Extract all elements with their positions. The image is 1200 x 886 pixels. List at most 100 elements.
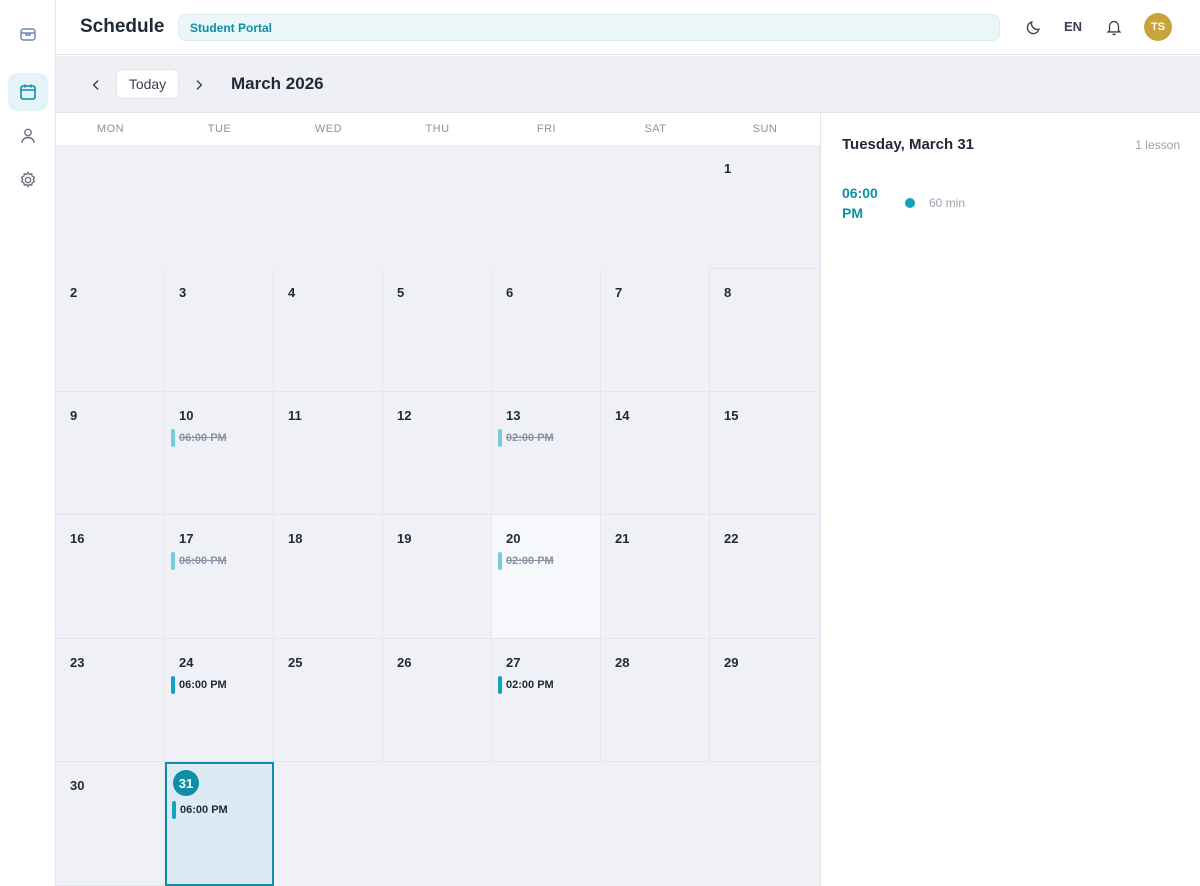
day-cell[interactable]: 7	[601, 269, 710, 392]
sidebar-item-profile[interactable]	[8, 117, 48, 155]
day-number: 5	[397, 285, 405, 300]
lesson-count: 1 lesson	[1135, 138, 1180, 152]
day-detail-panel: Tuesday, March 31 1 lesson 06:00 PM 60 m…	[820, 113, 1200, 886]
day-cell[interactable]: 14	[601, 392, 710, 515]
day-cell[interactable]: 10 06:00 PM	[165, 392, 274, 515]
weekday-label: WED	[314, 123, 343, 135]
day-number: 16	[70, 531, 85, 546]
day-number: 24	[179, 655, 194, 670]
day-number: 19	[397, 531, 412, 546]
day-cell[interactable]: 25	[274, 639, 383, 762]
month-calendar: MON TUE WED THU FRI SAT SUN 1 2 3 4 5 6 7 8 9 10 06:00 P…	[56, 113, 820, 886]
lesson-event[interactable]: 02:00 PM	[498, 429, 554, 447]
day-cell-selected[interactable]: 31 06:00 PM	[165, 762, 274, 886]
bell-icon	[1106, 20, 1122, 36]
next-month-button[interactable]	[187, 73, 211, 97]
day-number: 6	[506, 285, 514, 300]
day-number: 21	[615, 531, 630, 546]
day-cell[interactable]: 1	[710, 145, 820, 269]
day-cell[interactable]: 13 02:00 PM	[492, 392, 601, 515]
day-number: 18	[288, 531, 303, 546]
day-cell[interactable]: 17 06:00 PM	[165, 515, 274, 639]
weekday-label: FRI	[536, 123, 557, 135]
day-cell[interactable]: 28	[601, 639, 710, 762]
lesson-duration: 60 min	[929, 196, 966, 210]
weekday-label: THU	[425, 123, 450, 135]
day-number: 11	[288, 408, 302, 423]
day-cell[interactable]: 23	[56, 639, 165, 762]
day-cell[interactable]: 27 02:00 PM	[492, 639, 601, 762]
day-cell[interactable]: 9	[56, 392, 165, 515]
day-number: 9	[70, 408, 78, 423]
language-selector[interactable]: EN	[1064, 19, 1082, 34]
lesson-event[interactable]: 02:00 PM	[498, 552, 554, 570]
day-number: 10	[179, 408, 194, 423]
sidebar	[0, 0, 56, 886]
weekday-label: SUN	[752, 123, 778, 135]
lesson-event[interactable]: 06:00 PM	[171, 552, 227, 570]
day-cell[interactable]: 20 02:00 PM	[492, 515, 601, 639]
lesson-status-dot	[905, 198, 915, 208]
gear-icon	[20, 171, 36, 188]
day-number: 20	[506, 531, 521, 546]
lesson-event[interactable]: 06:00 PM	[171, 676, 227, 694]
day-cell[interactable]: 3	[165, 269, 274, 392]
calendar-toolbar: Today March 2026	[56, 56, 1200, 113]
empty-day-cell	[383, 762, 492, 886]
day-number: 2	[70, 285, 78, 300]
avatar[interactable]: TS	[1144, 13, 1172, 41]
day-cell[interactable]: 16	[56, 515, 165, 639]
user-icon	[21, 128, 35, 144]
day-number: 13	[506, 408, 521, 423]
day-cell[interactable]: 22	[710, 515, 820, 639]
day-cell[interactable]: 12	[383, 392, 492, 515]
day-number: 28	[615, 655, 630, 670]
previous-month-button[interactable]	[84, 73, 108, 97]
day-cell[interactable]: 21	[601, 515, 710, 639]
day-number: 4	[288, 285, 296, 300]
notifications-button[interactable]	[1102, 15, 1126, 39]
day-cell[interactable]: 8	[710, 269, 820, 392]
day-cell[interactable]: 2	[56, 269, 165, 392]
day-number: 15	[724, 408, 739, 423]
sidebar-item-schedule[interactable]	[8, 73, 48, 111]
sidebar-item-settings[interactable]	[8, 161, 48, 199]
day-number: 30	[70, 778, 85, 793]
day-number: 22	[724, 531, 739, 546]
theme-toggle-button[interactable]	[1022, 15, 1046, 39]
empty-day-cell	[492, 145, 601, 269]
weekday-label: MON	[96, 123, 125, 135]
lesson-event[interactable]: 06:00 PM	[171, 429, 227, 447]
day-cell[interactable]: 6	[492, 269, 601, 392]
calendar-icon	[20, 84, 36, 100]
day-number: 7	[615, 285, 623, 300]
day-number: 1	[724, 161, 732, 176]
day-number: 27	[506, 655, 521, 670]
day-number: 25	[288, 655, 303, 670]
empty-day-cell	[492, 762, 601, 886]
day-cell[interactable]: 26	[383, 639, 492, 762]
today-button[interactable]: Today	[116, 69, 179, 99]
day-number: 12	[397, 408, 412, 423]
day-cell[interactable]: 18	[274, 515, 383, 639]
lesson-event[interactable]: 02:00 PM	[498, 676, 554, 694]
day-number: 3	[179, 285, 187, 300]
lesson-time: 06:00 PM	[842, 185, 878, 221]
day-cell[interactable]: 5	[383, 269, 492, 392]
day-cell[interactable]: 29	[710, 639, 820, 762]
empty-day-cell	[601, 762, 710, 886]
sidebar-item-home[interactable]	[8, 15, 48, 53]
day-cell[interactable]: 30	[56, 762, 165, 886]
day-number: 26	[397, 655, 412, 670]
selected-day-number: 31	[173, 770, 199, 796]
lesson-event[interactable]: 06:00 PM	[172, 801, 228, 819]
inbox-box-icon	[20, 28, 36, 41]
day-cell[interactable]: 24 06:00 PM	[165, 639, 274, 762]
day-cell[interactable]: 19	[383, 515, 492, 639]
chevron-right-icon	[196, 80, 203, 90]
day-cell[interactable]: 11	[274, 392, 383, 515]
empty-day-cell	[274, 145, 383, 269]
day-number: 17	[179, 531, 194, 546]
day-cell[interactable]: 4	[274, 269, 383, 392]
day-cell[interactable]: 15	[710, 392, 820, 515]
